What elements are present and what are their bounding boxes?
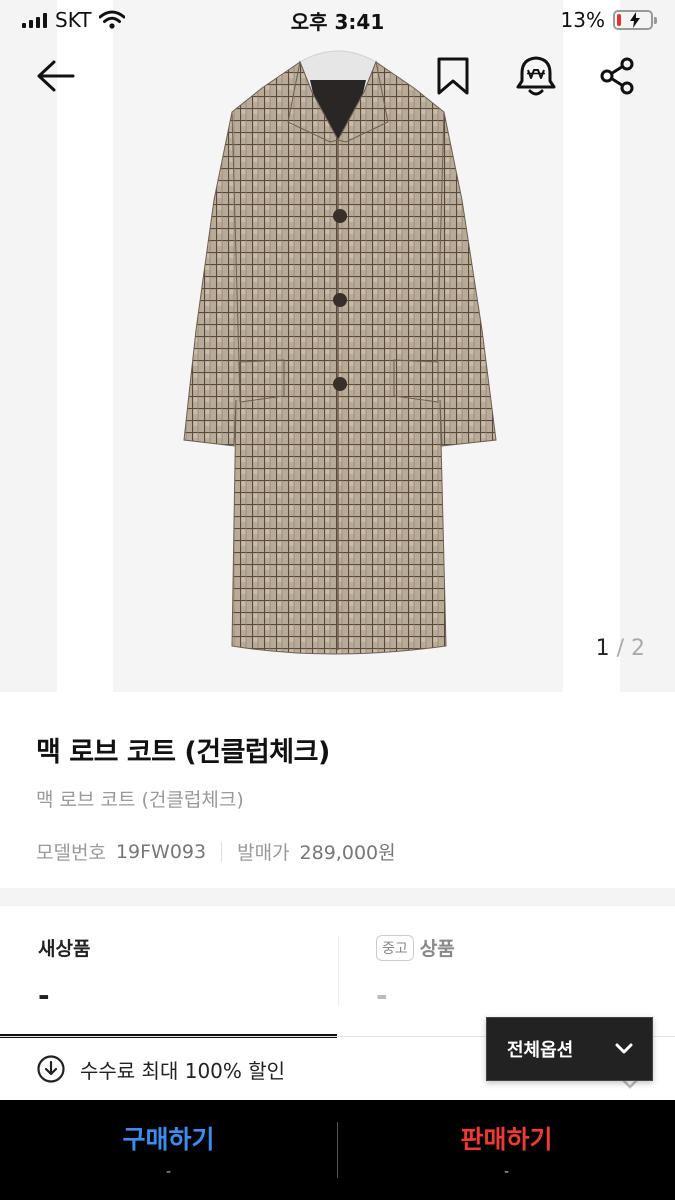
carrier-name: SKT bbox=[55, 8, 92, 32]
bottom-action-bar: 구매하기 - 판매하기 - bbox=[0, 1100, 675, 1200]
pager-separator: / bbox=[616, 636, 624, 661]
back-button[interactable] bbox=[27, 48, 83, 104]
model-number-value: 19FW093 bbox=[115, 840, 207, 863]
section-gap bbox=[0, 888, 675, 906]
sell-button[interactable]: 판매하기 - bbox=[338, 1100, 675, 1200]
all-options-button[interactable]: 전체옵션 bbox=[486, 1017, 653, 1081]
gallery-pager: 1 / 2 bbox=[596, 636, 645, 661]
tab-new-price: - bbox=[38, 979, 50, 1012]
download-circle-icon bbox=[37, 1055, 65, 1083]
share-button[interactable] bbox=[590, 48, 646, 104]
tab-new-label: 새상품 bbox=[38, 938, 91, 960]
battery-percent: 13% bbox=[560, 8, 605, 32]
model-number-label: 모델번호 bbox=[36, 842, 106, 864]
charging-bolt-icon bbox=[630, 12, 640, 28]
all-options-label: 전체옵션 bbox=[507, 1040, 574, 1061]
tab-used-label-group: 중고 상품 bbox=[376, 934, 637, 961]
battery-level bbox=[617, 14, 621, 26]
product-title: 맥 로브 코트 (건클럽체크) bbox=[36, 737, 330, 768]
tab-used-label: 상품 bbox=[419, 938, 455, 960]
product-info: 맥 로브 코트 (건클럽체크) 맥 로브 코트 (건클럽체크) 모델번호 19F… bbox=[0, 692, 675, 888]
pager-current: 1 bbox=[595, 636, 610, 661]
sell-label: 판매하기 bbox=[460, 1125, 553, 1154]
chevron-down-icon bbox=[615, 1043, 633, 1054]
buy-label: 구매하기 bbox=[122, 1125, 215, 1154]
price-alert-button[interactable] bbox=[508, 48, 564, 104]
used-chip: 중고 bbox=[376, 934, 414, 961]
back-arrow-icon bbox=[37, 60, 75, 92]
price-alert-bell-icon bbox=[516, 56, 556, 96]
product-meta: 모델번호 19FW093 발매가 289,000원 bbox=[36, 838, 639, 865]
top-navigation bbox=[0, 48, 675, 104]
pager-total: 2 bbox=[631, 636, 645, 661]
status-left: SKT bbox=[22, 8, 242, 32]
share-icon bbox=[600, 57, 634, 95]
fee-discount-text: 수수료 최대 100% 할인 bbox=[80, 1058, 286, 1083]
tab-used-price: - bbox=[376, 979, 388, 1012]
buy-button[interactable]: 구매하기 - bbox=[0, 1100, 337, 1200]
sell-price: - bbox=[503, 1164, 510, 1180]
status-bar: SKT 오후 3:41 13% bbox=[0, 0, 675, 40]
status-right: 13% bbox=[433, 8, 657, 32]
meta-divider bbox=[221, 841, 223, 862]
product-subtitle: 맥 로브 코트 (건클럽체크) bbox=[36, 789, 244, 811]
bookmark-icon bbox=[437, 57, 469, 95]
bookmark-button[interactable] bbox=[425, 48, 481, 104]
status-time: 오후 3:41 bbox=[290, 9, 385, 34]
battery-icon bbox=[613, 10, 657, 30]
release-price-label: 발매가 bbox=[237, 842, 290, 864]
wifi-icon bbox=[99, 10, 126, 29]
cellular-signal-icon bbox=[22, 12, 47, 28]
release-price-value: 289,000원 bbox=[299, 842, 396, 864]
tab-new-product[interactable]: 새상품 - bbox=[0, 906, 337, 1038]
buy-price: - bbox=[165, 1164, 172, 1180]
